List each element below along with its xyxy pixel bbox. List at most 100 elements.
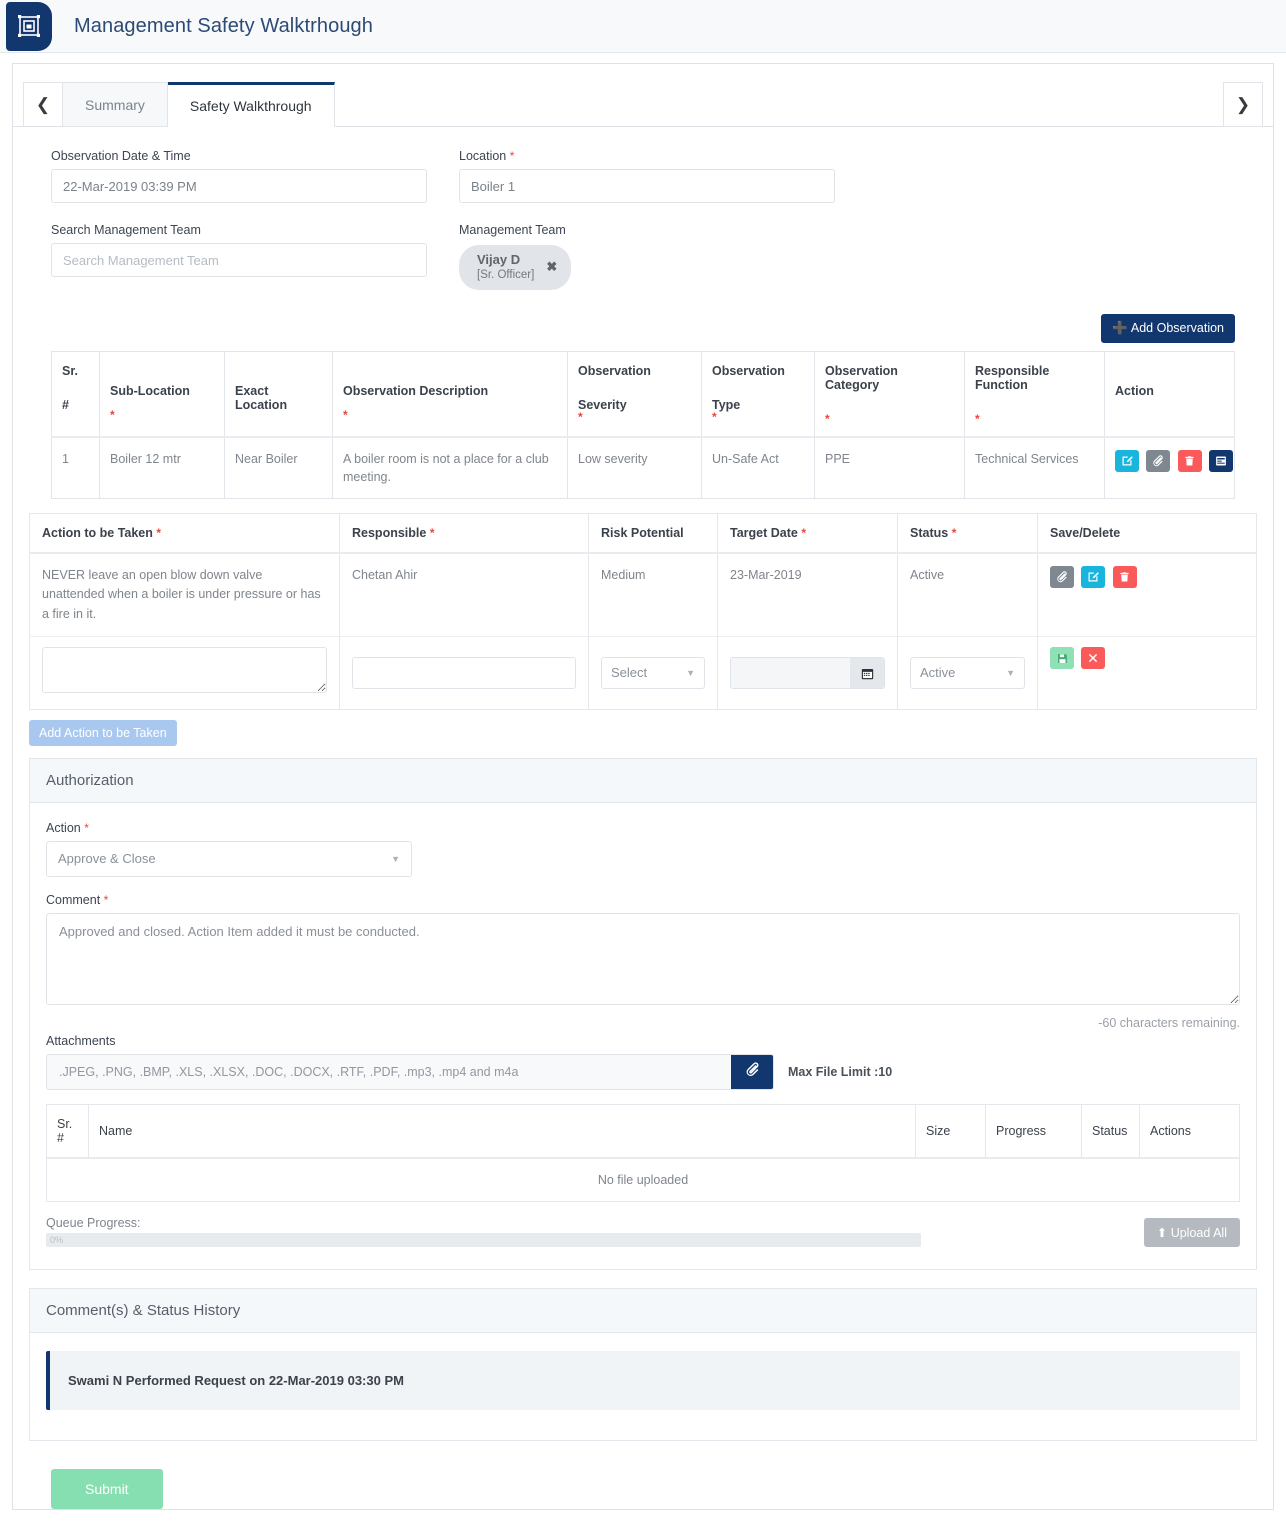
col-observation-category: Observation Category * [814,351,965,438]
search-management-team-input[interactable] [51,243,427,277]
col-status-required: * [951,525,957,540]
save-icon[interactable] [1050,647,1074,669]
tabs-next-arrow[interactable]: ❯ [1223,82,1263,127]
new-action-textarea[interactable] [42,647,327,693]
tab-bar: ❮ Summary Safety Walkthrough ❯ [13,64,1273,127]
new-responsible-input[interactable] [352,657,576,690]
authorization-comment-textarea[interactable] [46,913,1240,1006]
new-risk-potential-value: Select [611,665,648,681]
authorization-action-select[interactable]: Approve & Close ▼ [46,841,412,878]
col-responsible-function: Responsible Function * [964,351,1105,438]
cell-target-date: 23-Mar-2019 [717,552,898,637]
add-observation-button[interactable]: ➕ Add Observation [1101,313,1235,343]
search-management-team-label: Search Management Team [51,223,201,237]
location-label-text: Location [459,149,507,163]
col-file-progress: Progress [985,1104,1082,1160]
col-save-delete-label: Save/Delete [1050,525,1121,540]
observation-table: Sr. # Sub-Location * Exact Location Obse… [51,350,1235,499]
col-observation-type-required: * [712,409,717,424]
queue-progress-wrap: Queue Progress: 0% [46,1216,921,1248]
authorization-action-label-text: Action [46,821,81,836]
col-sr-line2: # [62,397,69,412]
cell-responsible-function: Technical Services [964,436,1105,499]
col-risk-potential-label: Risk Potential [601,525,684,540]
new-status-value: Active [920,665,956,681]
col-file-actions: Actions [1139,1104,1240,1160]
app-logo-icon [17,14,41,38]
cancel-icon[interactable] [1081,647,1106,669]
field-search-management-team: Search Management Team [51,223,427,290]
add-action-to-be-taken-button[interactable]: Add Action to be Taken [29,720,177,747]
new-status-select[interactable]: Active ▼ [910,657,1025,690]
location-required-marker: * [509,149,515,163]
close-icon[interactable]: ✖ [546,259,557,275]
paperclip-icon[interactable] [1050,565,1074,588]
attachments-empty-row: No file uploaded [46,1157,1240,1202]
col-sr: Sr. # [51,351,100,438]
trash-icon[interactable] [1177,449,1202,472]
col-responsible-required: * [429,525,435,540]
authorization-action-value: Approve & Close [58,851,156,867]
col-target-date: Target Date * [717,513,898,554]
history-panel: Comment(s) & Status History Swami N Perf… [29,1288,1257,1442]
attachments-file-input[interactable]: .JPEG, .PNG, .BMP, .XLS, .XLSX, .DOC, .D… [46,1054,774,1091]
tab-summary[interactable]: Summary [63,82,168,127]
new-target-date-field[interactable] [730,657,885,690]
col-responsible-label: Responsible [352,525,427,540]
calendar-icon[interactable] [850,658,884,689]
col-observation-description-label: Observation Description [343,383,489,398]
attachments-browse-button[interactable] [731,1055,773,1090]
form-list-icon[interactable] [1209,449,1234,472]
col-file-size: Size [915,1104,986,1160]
col-action-to-be-taken-required: * [156,525,162,540]
cell-observation-category: PPE [814,436,965,499]
col-observation-severity-line1: Observation [578,363,651,378]
submit-button[interactable]: Submit [51,1469,163,1510]
observation-table-header-row: Sr. # Sub-Location * Exact Location Obse… [51,351,1235,438]
management-team-label: Management Team [459,223,566,237]
cell-save-delete [1037,552,1257,637]
col-sub-location-required: * [110,407,115,422]
col-observation-category-line1: Observation Category [825,363,898,392]
col-exact-location: Exact Location [224,351,333,438]
upload-all-label: Upload All [1170,1226,1227,1241]
cell-new-responsible [339,635,589,710]
col-observation-type: Observation Type * [701,351,815,438]
attachments-input-row: .JPEG, .PNG, .BMP, .XLS, .XLSX, .DOC, .D… [46,1054,1240,1091]
paperclip-icon[interactable] [1146,449,1171,472]
tab-summary-label: Summary [85,96,145,113]
trash-icon[interactable] [1112,565,1137,588]
tab-safety-walkthrough[interactable]: Safety Walkthrough [167,82,335,127]
attachments-label: Attachments [46,1034,116,1049]
col-responsible: Responsible * [339,513,589,554]
queue-progress-bar: 0% [46,1233,921,1248]
cell-risk-potential: Medium [588,552,718,637]
cell-sr: 1 [51,436,100,499]
new-target-date-input[interactable] [731,658,850,689]
col-action-to-be-taken: Action to be Taken * [29,513,340,554]
upload-all-button[interactable]: ⬆ Upload All [1143,1218,1240,1248]
col-sr-line1: Sr. [62,363,78,378]
col-action-to-be-taken-label: Action to be Taken [42,525,153,540]
cell-observation-severity: Low severity [567,436,702,499]
cell-new-risk-potential: Select ▼ [588,635,718,710]
observation-datetime-input[interactable] [51,169,427,203]
tabs-prev-arrow[interactable]: ❮ [23,82,63,127]
field-management-team: Management Team Vijay D [Sr. Officer] ✖ [459,223,835,290]
col-action: Action [1104,351,1235,438]
edit-icon[interactable] [1115,449,1139,472]
new-risk-potential-select[interactable]: Select ▼ [601,657,705,690]
app-logo[interactable] [6,1,52,51]
col-file-status: Status [1081,1104,1140,1160]
location-input[interactable] [459,169,835,203]
table-row: 1 Boiler 12 mtr Near Boiler A boiler roo… [51,436,1235,499]
edit-icon[interactable] [1081,565,1106,588]
attachments-accepted-types: .JPEG, .PNG, .BMP, .XLS, .XLSX, .DOC, .D… [47,1055,731,1090]
main-card: ❮ Summary Safety Walkthrough ❯ Observati… [12,63,1274,1511]
col-exact-location-label: Exact Location [235,383,288,412]
col-observation-severity: Observation Severity * [567,351,702,438]
cell-responsible: Chetan Ahir [339,552,589,637]
cell-row-actions [1104,436,1235,499]
cell-exact-location: Near Boiler [224,436,333,499]
chevron-down-icon: ▼ [1006,668,1015,679]
